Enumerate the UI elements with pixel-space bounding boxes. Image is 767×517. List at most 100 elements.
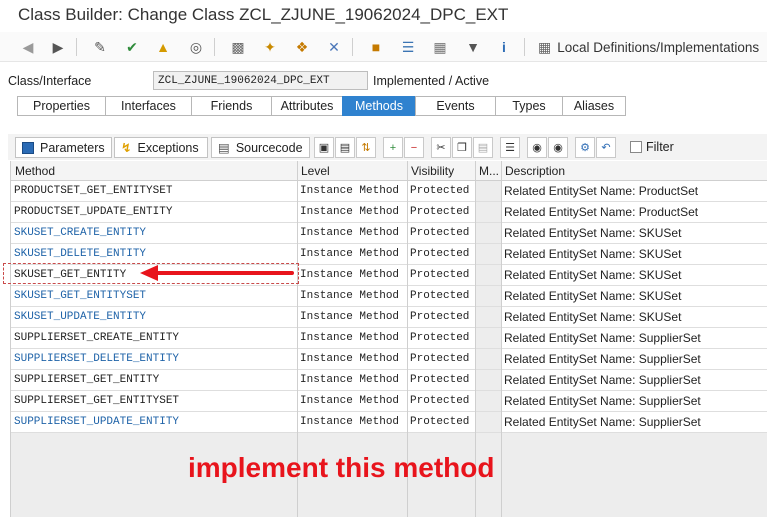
column-header-method[interactable]: Method <box>15 164 55 178</box>
column-header-description[interactable]: Description <box>505 164 565 178</box>
description-cell[interactable]: Related EntitySet Name: ProductSet <box>504 202 766 222</box>
visibility-cell[interactable]: Protected <box>410 328 474 348</box>
visibility-cell[interactable]: Protected <box>410 349 474 369</box>
find-next-icon[interactable]: ◉ <box>548 137 568 158</box>
method-name-cell[interactable]: SUPPLIERSET_CREATE_ENTITY <box>14 328 296 348</box>
description-cell[interactable]: Related EntitySet Name: SKUSet <box>504 307 766 327</box>
level-cell[interactable]: Instance Method <box>300 181 406 201</box>
table-row[interactable]: SUPPLIERSET_GET_ENTITYSET Instance Method… <box>11 391 767 412</box>
sort-icon[interactable]: ⇅ <box>356 137 376 158</box>
modeled-cell[interactable] <box>476 223 501 243</box>
forward-icon[interactable]: ▶ <box>48 37 68 57</box>
delete-row-icon[interactable]: − <box>404 137 424 158</box>
visibility-cell[interactable]: Protected <box>410 391 474 411</box>
pin-icon[interactable]: ❖ <box>292 37 312 57</box>
description-cell[interactable]: Related EntitySet Name: SupplierSet <box>504 328 766 348</box>
activate-icon[interactable]: ▲ <box>153 37 173 57</box>
column-header-m[interactable]: M... <box>479 164 499 178</box>
method-name-cell[interactable]: SUPPLIERSET_DELETE_ENTITY <box>14 349 296 369</box>
visibility-cell[interactable]: Protected <box>410 265 474 285</box>
where-used-icon[interactable]: ◎ <box>186 37 206 57</box>
method-name-cell[interactable]: SUPPLIERSET_UPDATE_ENTITY <box>14 412 296 432</box>
filter-checkbox[interactable]: Filter <box>630 140 674 154</box>
level-cell[interactable]: Instance Method <box>300 244 406 264</box>
method-name-cell[interactable]: SUPPLIERSET_GET_ENTITYSET <box>14 391 296 411</box>
tab-events[interactable]: Events <box>415 96 495 116</box>
description-cell[interactable]: Related EntitySet Name: SKUSet <box>504 223 766 243</box>
description-cell[interactable]: Related EntitySet Name: SKUSet <box>504 286 766 306</box>
visibility-cell[interactable]: Protected <box>410 307 474 327</box>
modeled-cell[interactable] <box>476 265 501 285</box>
table-row[interactable]: SKUSET_UPDATE_ENTITY Instance Method Prote… <box>11 307 767 328</box>
check-icon[interactable]: ✔ <box>122 37 142 57</box>
find-icon[interactable]: ◉ <box>527 137 547 158</box>
method-name-cell[interactable]: PRODUCTSET_UPDATE_ENTITY <box>14 202 296 222</box>
level-cell[interactable]: Instance Method <box>300 265 406 285</box>
level-cell[interactable]: Instance Method <box>300 202 406 222</box>
table-row[interactable]: SUPPLIERSET_CREATE_ENTITY Instance Method… <box>11 328 767 349</box>
description-cell[interactable]: Related EntitySet Name: SKUSet <box>504 265 766 285</box>
copy-icon[interactable]: ❐ <box>452 137 472 158</box>
exceptions-button[interactable]: ↯ Exceptions <box>114 137 208 158</box>
tab-methods[interactable]: Methods <box>342 96 415 116</box>
method-name-cell[interactable]: SKUSET_DELETE_ENTITY <box>14 244 296 264</box>
object-list-icon[interactable]: ▩ <box>228 37 248 57</box>
table-icon[interactable]: ▦ <box>430 37 450 57</box>
tab-interfaces[interactable]: Interfaces <box>105 96 191 116</box>
filter-icon[interactable]: ▼ <box>463 37 483 57</box>
table-row[interactable]: SKUSET_GET_ENTITYSET Instance Method Prote… <box>11 286 767 307</box>
method-name-cell[interactable]: PRODUCTSET_GET_ENTITYSET <box>14 181 296 201</box>
method-name-cell[interactable]: SKUSET_GET_ENTITYSET <box>14 286 296 306</box>
table-row[interactable]: PRODUCTSET_UPDATE_ENTITY Instance Method P… <box>11 202 767 223</box>
level-cell[interactable]: Instance Method <box>300 391 406 411</box>
level-cell[interactable]: Instance Method <box>300 349 406 369</box>
modeled-cell[interactable] <box>476 370 501 390</box>
modeled-cell[interactable] <box>476 412 501 432</box>
stack-icon[interactable]: ☰ <box>398 37 418 57</box>
tab-properties[interactable]: Properties <box>17 96 105 116</box>
modeled-cell[interactable] <box>476 202 501 222</box>
hierarchy-icon[interactable]: ✕ <box>324 37 344 57</box>
method-name-cell[interactable]: SUPPLIERSET_GET_ENTITY <box>14 370 296 390</box>
table-row[interactable]: SUPPLIERSET_GET_ENTITY Instance Method Pro… <box>11 370 767 391</box>
description-cell[interactable]: Related EntitySet Name: SupplierSet <box>504 370 766 390</box>
level-cell[interactable]: Instance Method <box>300 286 406 306</box>
level-cell[interactable]: Instance Method <box>300 328 406 348</box>
modeled-cell[interactable] <box>476 181 501 201</box>
table-row[interactable]: SKUSET_DELETE_ENTITY Instance Method Prote… <box>11 244 767 265</box>
visibility-cell[interactable]: Protected <box>410 223 474 243</box>
sourcecode-button[interactable]: ▤ Sourcecode <box>211 137 310 158</box>
modeled-cell[interactable] <box>476 307 501 327</box>
method-name-cell[interactable]: SKUSET_UPDATE_ENTITY <box>14 307 296 327</box>
align-icon[interactable]: ☰ <box>500 137 520 158</box>
paste-icon[interactable]: ▤ <box>473 137 493 158</box>
modeled-cell[interactable] <box>476 244 501 264</box>
description-cell[interactable]: Related EntitySet Name: SupplierSet <box>504 412 766 432</box>
level-cell[interactable]: Instance Method <box>300 370 406 390</box>
magic-wand-icon[interactable]: ✦ <box>260 37 280 57</box>
modeled-cell[interactable] <box>476 286 501 306</box>
class-hierarchy-icon[interactable]: ■ <box>366 37 386 57</box>
description-cell[interactable]: Related EntitySet Name: ProductSet <box>504 181 766 201</box>
parameters-button[interactable]: Parameters <box>15 137 112 158</box>
table-row[interactable]: PRODUCTSET_GET_ENTITYSET Instance Method P… <box>11 181 767 202</box>
local-definitions-button[interactable]: ▦ Local Definitions/Implementations <box>538 37 759 57</box>
visibility-cell[interactable]: Protected <box>410 286 474 306</box>
description-cell[interactable]: Related EntitySet Name: SupplierSet <box>504 349 766 369</box>
description-cell[interactable]: Related EntitySet Name: SupplierSet <box>504 391 766 411</box>
column-header-visibility[interactable]: Visibility <box>411 164 454 178</box>
back-icon[interactable]: ◀ <box>18 37 38 57</box>
visibility-cell[interactable]: Protected <box>410 370 474 390</box>
copy-row-icon[interactable]: ▤ <box>335 137 355 158</box>
visibility-cell[interactable]: Protected <box>410 244 474 264</box>
description-cell[interactable]: Related EntitySet Name: SKUSet <box>504 244 766 264</box>
undo-icon[interactable]: ↶ <box>596 137 616 158</box>
table-row[interactable]: SUPPLIERSET_UPDATE_ENTITY Instance Method… <box>11 412 767 433</box>
modeled-cell[interactable] <box>476 349 501 369</box>
insert-row-icon[interactable]: + <box>383 137 403 158</box>
column-header-level[interactable]: Level <box>301 164 330 178</box>
tab-friends[interactable]: Friends <box>191 96 271 116</box>
table-row[interactable]: SKUSET_GET_ENTITY Instance Method Protecte… <box>11 265 767 286</box>
info-icon[interactable]: i <box>494 37 514 57</box>
tab-aliases[interactable]: Aliases <box>562 96 626 116</box>
